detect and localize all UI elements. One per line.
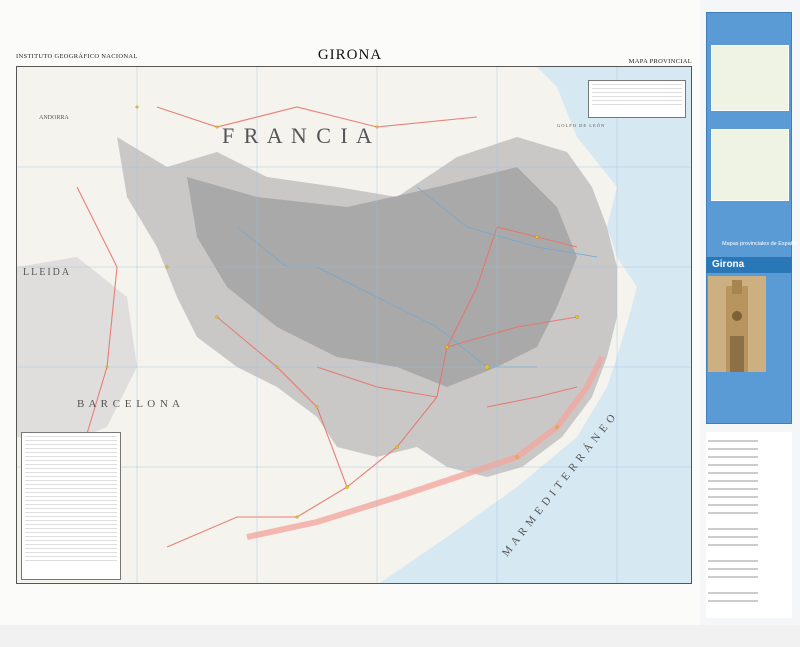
location-inset-map: [711, 45, 789, 111]
cover-series-label: Mapas provinciales de España: [722, 241, 797, 247]
series-label: MAPA PROVINCIAL: [628, 58, 692, 65]
inset-table: [588, 80, 686, 118]
map-sheet: INSTITUTO GEOGRÁFICO NACIONAL GIRONA MAP…: [0, 0, 700, 647]
label-gulf: GOLFO DE LEÓN: [557, 123, 605, 128]
side-legend: [706, 432, 792, 618]
label-andorra: ANDORRA: [39, 115, 69, 121]
map-title: GIRONA: [317, 47, 383, 63]
municipality-index: [21, 432, 121, 580]
cover-title: Girona: [706, 257, 792, 273]
label-lleida: LLEIDA: [23, 267, 71, 278]
label-barcelona: B A R C E L O N A: [77, 398, 181, 410]
label-francia: F R A N C I A: [222, 123, 374, 148]
sheet-edge: [0, 625, 800, 647]
district-inset-map: [711, 129, 789, 201]
cathedral-photo: [708, 276, 766, 372]
